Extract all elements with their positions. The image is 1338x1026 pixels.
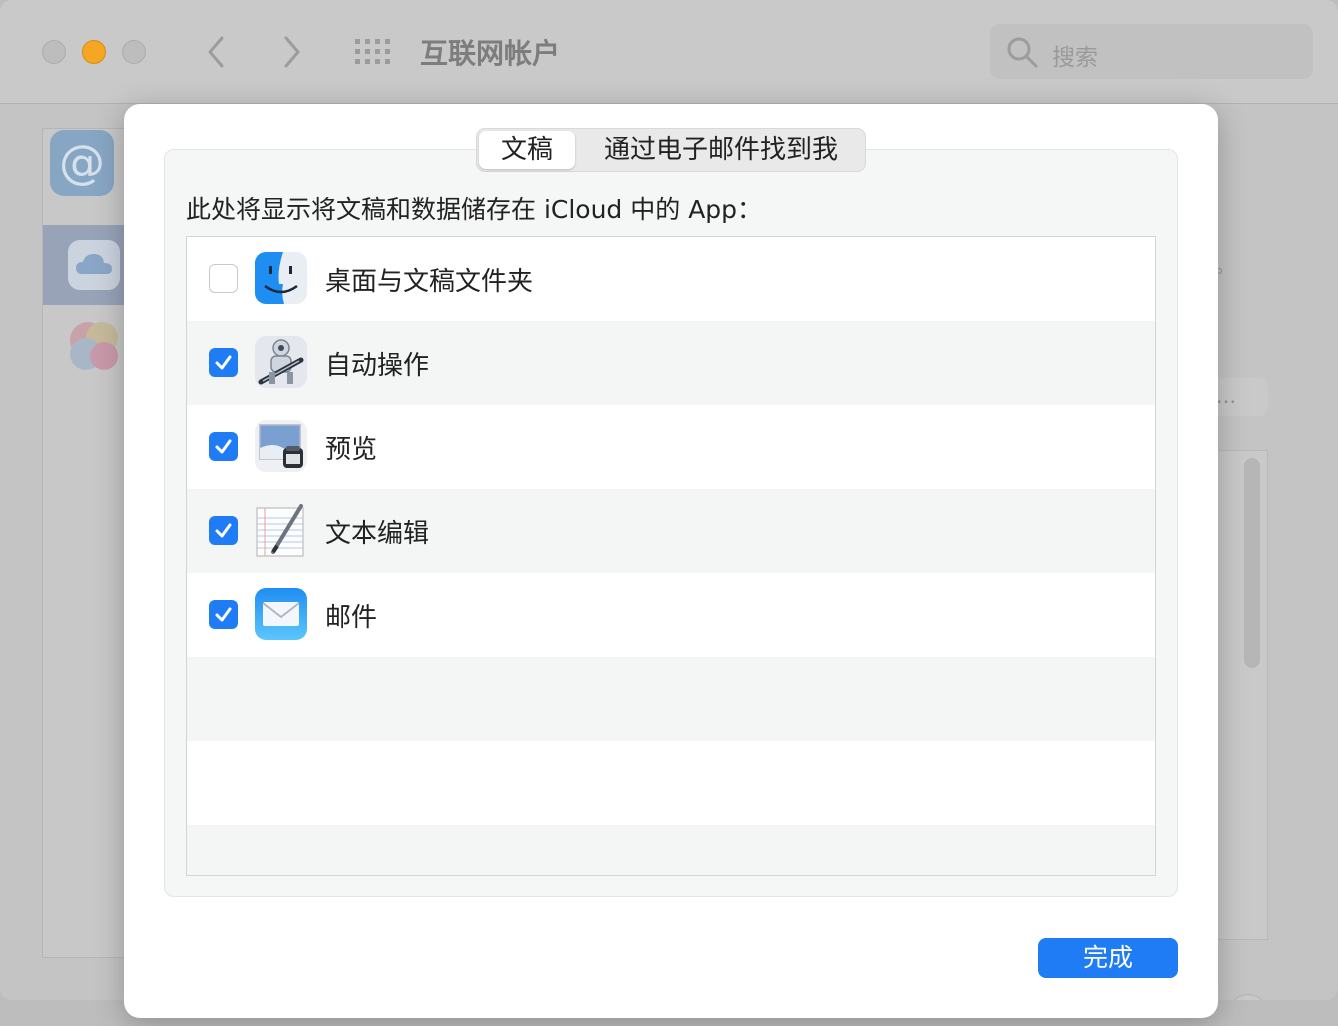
textedit-icon [256,504,304,557]
app-checkbox[interactable] [209,432,238,461]
empty-row [187,825,1155,875]
automator-icon [255,336,307,388]
empty-row [187,657,1155,741]
apps-description: 此处将显示将文稿和数据储存在 iCloud 中的 App： [186,195,763,224]
app-checkbox[interactable] [209,348,238,377]
app-checkbox[interactable] [209,516,238,545]
list-item: 文本编辑 [187,489,1155,573]
search-icon [1007,37,1038,68]
close-window-button[interactable] [42,40,66,64]
details-button-label: … [1216,384,1236,408]
empty-row [187,741,1155,825]
search-field[interactable]: 搜索 [990,24,1313,79]
app-name: 自动操作 [325,351,430,381]
list-item: 桌面与文稿文件夹 [187,237,1155,321]
app-checkbox[interactable] [209,264,238,293]
checkmark-icon [215,523,232,538]
window-title: 互联网帐户 [420,37,561,70]
tab-documents[interactable]: 文稿 [479,131,575,169]
internet-accounts-at-icon: @ [50,130,114,196]
list-item: 自动操作 [187,321,1155,405]
mail-icon [255,588,307,640]
checkmark-icon [215,439,232,454]
app-name: 预览 [325,435,378,465]
app-name: 桌面与文稿文件夹 [325,267,534,297]
zoom-window-button[interactable] [122,40,146,64]
help-button[interactable]: ? [1228,994,1268,1000]
apps-list: 桌面与文稿文件夹 自动操作 预览 文本编辑 邮件 [186,236,1156,876]
icloud-icon[interactable] [68,240,120,290]
app-name: 邮件 [325,603,378,633]
done-button[interactable]: 完成 [1038,938,1178,978]
back-arrow-icon[interactable] [202,34,232,70]
app-checkbox[interactable] [209,600,238,629]
preview-icon [255,420,307,472]
tab-bar: 文稿 通过电子邮件找到我 [476,128,866,172]
forward-arrow-icon[interactable] [276,34,306,70]
tab-look-me-up-by-email[interactable]: 通过电子邮件找到我 [581,131,861,169]
game-center-icon [70,322,118,370]
scrollbar[interactable] [1244,458,1260,668]
minimize-window-button[interactable] [82,40,106,64]
finder-icon [255,252,307,304]
list-item: 邮件 [187,573,1155,657]
title-bar: 互联网帐户 搜索 [0,0,1338,104]
search-placeholder: 搜索 [1052,45,1098,71]
checkmark-icon [215,607,232,622]
show-all-grid-icon[interactable] [354,38,390,66]
icloud-options-sheet: 文稿 通过电子邮件找到我 此处将显示将文稿和数据储存在 iCloud 中的 Ap… [124,104,1218,1018]
details-button[interactable]: … [1210,378,1268,416]
checkmark-icon [215,355,232,370]
list-item: 预览 [187,405,1155,489]
app-name: 文本编辑 [325,519,430,549]
